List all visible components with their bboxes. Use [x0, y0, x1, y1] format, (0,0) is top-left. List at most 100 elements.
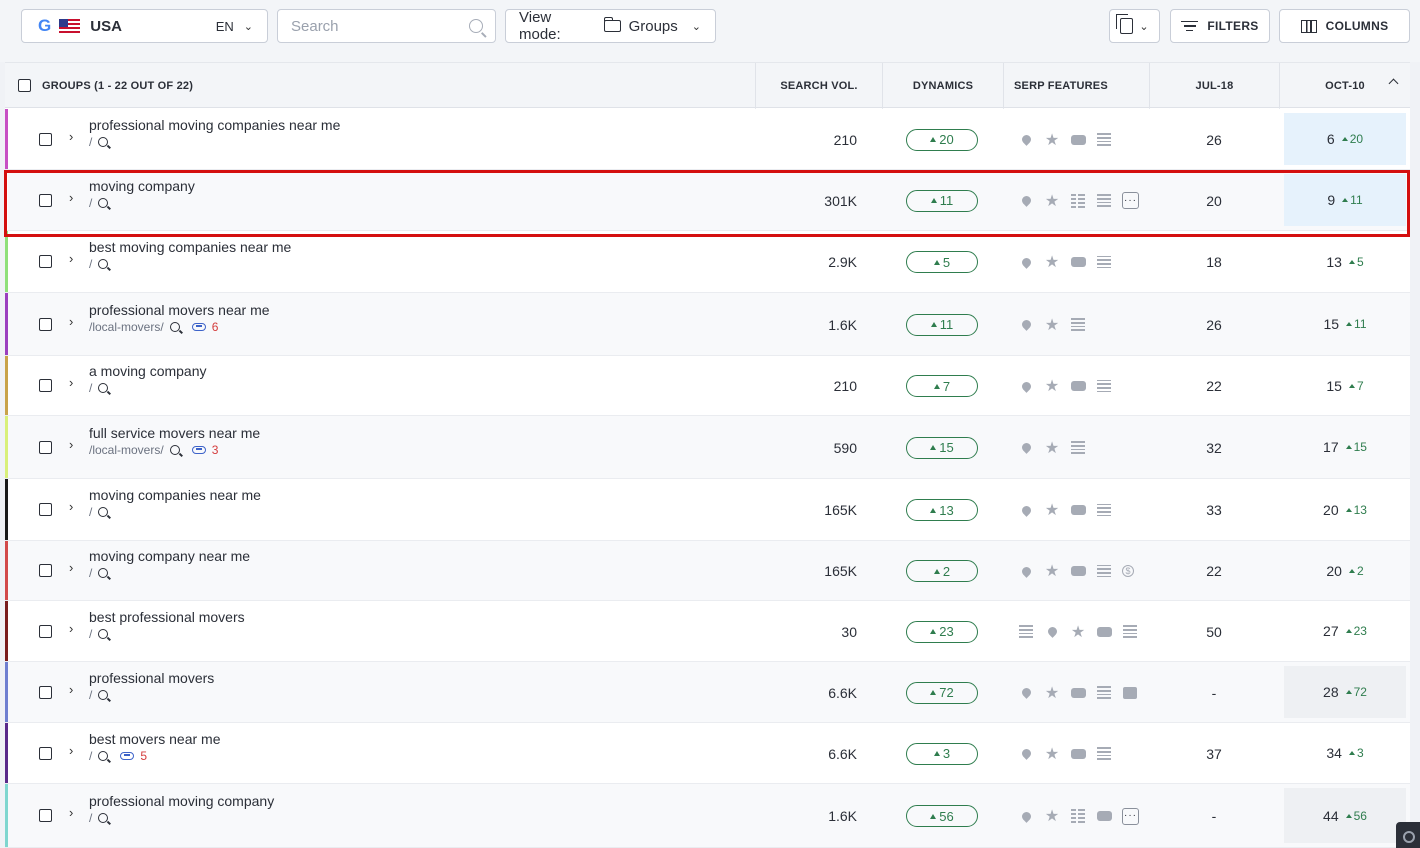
pin-icon[interactable]	[1044, 624, 1060, 640]
zoom-search-icon[interactable]	[98, 813, 109, 823]
sort-up-icon[interactable]	[1388, 78, 1399, 89]
row-checkbox[interactable]	[39, 132, 52, 146]
keyword-text[interactable]: professional movers	[89, 670, 214, 686]
view-mode-selector[interactable]: View mode: Groups ⌄	[505, 9, 716, 43]
zoom-search-icon[interactable]	[169, 321, 180, 332]
position-oct-10[interactable]: 17 15	[1284, 420, 1406, 474]
dynamics-badge[interactable]: 72	[906, 681, 978, 704]
row-checkbox[interactable]	[39, 564, 52, 577]
video-icon[interactable]	[1070, 254, 1086, 270]
expand-chevron-icon[interactable]: ›	[69, 375, 73, 390]
dynamics-badge[interactable]: 3	[906, 742, 978, 765]
link-count[interactable]: 6	[212, 320, 219, 334]
header-serp-features[interactable]: SERP FEATURES	[1004, 63, 1150, 108]
help-widget-button[interactable]	[1396, 822, 1420, 848]
table-icon[interactable]	[1070, 193, 1086, 209]
text-lines-icon[interactable]	[1096, 193, 1112, 209]
country-selector[interactable]: G USA EN ⌄	[21, 9, 268, 43]
table-row[interactable]: › a moving company / 210 7 22 15 7	[5, 356, 1410, 416]
expand-chevron-icon[interactable]: ›	[69, 743, 73, 758]
dynamics-badge[interactable]: 13	[906, 499, 978, 521]
table-icon[interactable]	[1070, 808, 1086, 824]
position-oct-10[interactable]: 28 72	[1284, 666, 1406, 718]
table-row[interactable]: › professional moving companies near me …	[5, 109, 1410, 170]
position-oct-10[interactable]: 34 3	[1284, 727, 1406, 779]
row-checkbox[interactable]	[39, 440, 52, 454]
select-all-checkbox[interactable]	[18, 79, 31, 92]
position-oct-10[interactable]: 6 20	[1284, 113, 1406, 165]
star-icon[interactable]	[1044, 193, 1060, 209]
row-checkbox[interactable]	[39, 746, 52, 760]
pin-icon[interactable]	[1018, 132, 1034, 148]
ranking-url[interactable]: /	[89, 505, 92, 519]
row-checkbox[interactable]	[39, 685, 52, 699]
ranking-url[interactable]: /	[89, 749, 92, 763]
video-icon[interactable]	[1070, 746, 1086, 762]
dynamics-badge[interactable]: 11	[906, 189, 978, 212]
keyword-text[interactable]: moving company	[89, 178, 195, 194]
pin-icon[interactable]	[1018, 193, 1034, 209]
pin-icon[interactable]	[1018, 440, 1034, 456]
header-search-vol[interactable]: SEARCH VOL.	[756, 63, 883, 108]
expand-chevron-icon[interactable]: ›	[69, 251, 73, 266]
expand-chevron-icon[interactable]: ›	[69, 190, 73, 205]
keyword-text[interactable]: moving company near me	[89, 548, 250, 564]
video-icon[interactable]	[1070, 132, 1086, 148]
table-row[interactable]: › moving company / 301K 11 ··· 20 9 11	[5, 170, 1410, 231]
dynamics-badge[interactable]: 2	[906, 560, 978, 582]
dynamics-badge[interactable]: 15	[906, 436, 978, 459]
zoom-search-icon[interactable]	[98, 383, 109, 393]
table-row[interactable]: › full service movers near me /local-mov…	[5, 416, 1410, 479]
more-icon[interactable]: ···	[1122, 192, 1139, 209]
zoom-search-icon[interactable]	[98, 750, 109, 761]
ranking-url[interactable]: /	[89, 196, 92, 210]
zoom-search-icon[interactable]	[169, 444, 180, 455]
zoom-search-icon[interactable]	[98, 197, 109, 208]
row-checkbox[interactable]	[39, 503, 52, 516]
expand-chevron-icon[interactable]: ›	[69, 129, 73, 144]
dynamics-badge[interactable]: 11	[906, 313, 978, 336]
pin-icon[interactable]	[1018, 254, 1034, 270]
table-row[interactable]: › best professional movers / 30 23 50 27…	[5, 601, 1410, 662]
dynamics-badge[interactable]: 20	[906, 128, 978, 151]
table-row[interactable]: › moving company near me / 165K 2 $ 22 2…	[5, 541, 1410, 601]
zoom-search-icon[interactable]	[98, 628, 109, 639]
zoom-search-icon[interactable]	[98, 136, 109, 147]
text-lines-icon[interactable]	[1122, 624, 1138, 640]
table-row[interactable]: › professional movers near me /local-mov…	[5, 293, 1410, 356]
video-icon[interactable]	[1096, 808, 1112, 824]
keyword-text[interactable]: professional movers near me	[89, 302, 270, 318]
text-lines-icon[interactable]	[1096, 502, 1112, 518]
text-lines-icon[interactable]	[1096, 254, 1112, 270]
row-checkbox[interactable]	[39, 809, 52, 822]
keyword-text[interactable]: a moving company	[89, 363, 207, 379]
table-row[interactable]: › professional movers / 6.6K 72 - 28 72	[5, 662, 1410, 723]
text-lines-icon[interactable]	[1096, 746, 1112, 762]
expand-chevron-icon[interactable]: ›	[69, 805, 73, 820]
zoom-search-icon[interactable]	[98, 568, 109, 578]
ranking-url[interactable]: /local-movers/	[89, 443, 164, 457]
pin-icon[interactable]	[1018, 746, 1034, 762]
zoom-search-icon[interactable]	[98, 259, 109, 269]
pin-icon[interactable]	[1018, 378, 1034, 394]
table-row[interactable]: › professional moving company / 1.6K 56 …	[5, 784, 1410, 848]
expand-chevron-icon[interactable]: ›	[69, 560, 73, 575]
video-icon[interactable]	[1070, 502, 1086, 518]
text-lines-icon[interactable]	[1096, 563, 1112, 579]
position-oct-10[interactable]: 13 5	[1284, 235, 1406, 288]
star-icon[interactable]	[1044, 317, 1060, 333]
pin-icon[interactable]	[1018, 563, 1034, 579]
columns-button[interactable]: COLUMNS	[1279, 9, 1410, 43]
expand-chevron-icon[interactable]: ›	[69, 499, 73, 514]
position-oct-10[interactable]: 20 2	[1284, 545, 1406, 596]
row-checkbox[interactable]	[39, 624, 52, 638]
star-icon[interactable]	[1044, 685, 1060, 701]
position-oct-10[interactable]: 9 11	[1284, 174, 1406, 226]
star-icon[interactable]	[1044, 254, 1060, 270]
position-oct-10[interactable]: 15 7	[1284, 360, 1406, 411]
text-lines-icon[interactable]	[1096, 685, 1112, 701]
search-input[interactable]: Search	[277, 9, 496, 43]
dynamics-badge[interactable]: 23	[906, 620, 978, 643]
text-lines-icon[interactable]	[1018, 624, 1034, 640]
keyword-text[interactable]: professional moving company	[89, 793, 274, 809]
